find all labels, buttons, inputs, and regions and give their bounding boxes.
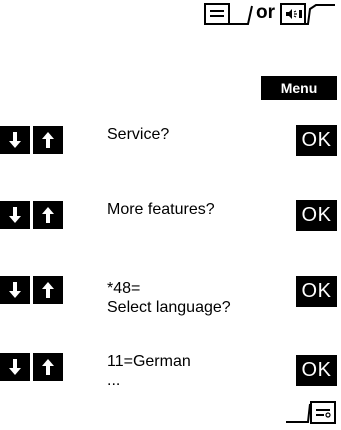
arrow-down-icon [9, 207, 21, 223]
step-line: ... [107, 372, 121, 389]
arrow-down-icon [9, 359, 21, 375]
ok-button[interactable]: OK [296, 276, 337, 307]
arrow-down-icon [9, 282, 21, 298]
arrow-down-icon [9, 132, 21, 148]
step-line: 11=German [107, 353, 191, 370]
scroll-down-button[interactable] [0, 201, 30, 229]
arrow-up-icon [42, 207, 54, 223]
arrow-up-icon [42, 282, 54, 298]
scroll-down-button[interactable] [0, 276, 30, 304]
scroll-up-button[interactable] [33, 126, 63, 154]
arrow-up-icon [42, 132, 54, 148]
scroll-up-button[interactable] [33, 276, 63, 304]
scroll-up-button[interactable] [33, 353, 63, 381]
step-line: More features? [107, 201, 215, 218]
ok-button[interactable]: OK [296, 355, 337, 386]
scroll-down-button[interactable] [0, 126, 30, 154]
step-text: Service? [107, 125, 169, 144]
step-line: Service? [107, 126, 170, 143]
step-line: Select language? [107, 299, 231, 316]
lift-handset-icon [204, 3, 254, 25]
scroll-down-button[interactable] [0, 353, 30, 381]
scroll-up-button[interactable] [33, 201, 63, 229]
ok-button[interactable]: OK [296, 200, 337, 231]
step-text: More features? [107, 200, 215, 219]
or-label: or [256, 2, 275, 23]
speaker-key-icon [280, 3, 336, 25]
ok-button[interactable]: OK [296, 125, 337, 156]
step-text: 11=German ... [107, 352, 191, 390]
menu-button[interactable]: Menu [261, 76, 337, 100]
replace-handset-icon [284, 400, 338, 425]
step-line: *48= [107, 280, 141, 297]
step-text: *48= Select language? [107, 279, 231, 317]
arrow-up-icon [42, 359, 54, 375]
